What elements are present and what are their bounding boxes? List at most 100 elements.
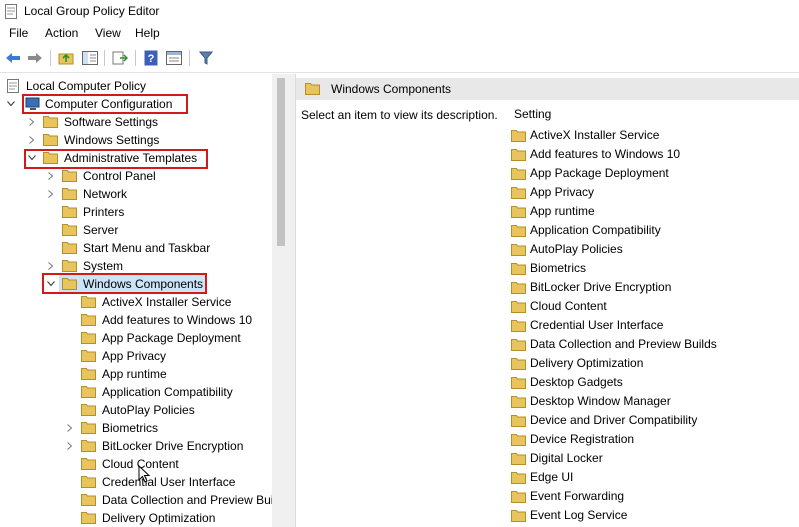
- menu-view[interactable]: View: [95, 26, 121, 40]
- tree-label: Printers: [83, 205, 125, 219]
- setting-label: Digital Locker: [530, 451, 603, 465]
- folder-icon: [81, 440, 96, 452]
- tree-label: Software Settings: [64, 115, 159, 129]
- show-hide-tree-button[interactable]: [81, 49, 99, 67]
- menu-help[interactable]: Help: [135, 26, 160, 40]
- forward-button[interactable]: [26, 49, 44, 67]
- tree-item-child[interactable]: App Package Deployment: [0, 329, 272, 347]
- folder-icon: [511, 415, 526, 427]
- folder-icon: [43, 134, 58, 146]
- folder-icon: [511, 244, 526, 256]
- tree-label: Biometrics: [102, 421, 159, 435]
- tree-item-control-panel[interactable]: Control Panel: [0, 167, 272, 185]
- folder-icon: [511, 453, 526, 465]
- setting-label: Data Collection and Preview Builds: [530, 337, 717, 351]
- svg-text:?: ?: [148, 53, 155, 65]
- chevron-down-icon[interactable]: [6, 95, 16, 113]
- tree-label: Credential User Interface: [102, 475, 236, 489]
- menu-file[interactable]: File: [9, 26, 28, 40]
- tree-item-child[interactable]: AutoPlay Policies: [0, 401, 272, 419]
- up-folder-icon: [58, 53, 74, 65]
- tree-item-start-menu[interactable]: Start Menu and Taskbar: [0, 239, 272, 257]
- help-icon: ?: [144, 50, 158, 66]
- tree-label: BitLocker Drive Encryption: [102, 439, 244, 453]
- folder-icon: [511, 149, 526, 161]
- folder-icon: [81, 512, 96, 524]
- folder-icon: [81, 314, 96, 326]
- tree-item-root[interactable]: Local Computer Policy: [0, 77, 272, 95]
- properties-button[interactable]: [165, 49, 183, 67]
- pane-splitter[interactable]: [289, 74, 296, 527]
- folder-icon: [81, 386, 96, 398]
- chevron-right-icon[interactable]: [27, 131, 37, 149]
- highlight-box: [42, 273, 207, 294]
- export-list-button[interactable]: [111, 49, 129, 67]
- folder-icon: [511, 130, 526, 142]
- folder-icon: [511, 225, 526, 237]
- tree-item-child[interactable]: ActiveX Installer Service: [0, 293, 272, 311]
- tree-item-child[interactable]: Application Compatibility: [0, 383, 272, 401]
- details-header-title: Windows Components: [331, 82, 452, 96]
- setting-label: App Privacy: [530, 185, 595, 199]
- folder-icon: [511, 301, 526, 313]
- tree-item-software-settings[interactable]: Software Settings: [0, 113, 272, 131]
- folder-icon: [511, 206, 526, 218]
- chevron-right-icon[interactable]: [65, 419, 75, 437]
- folder-icon: [62, 242, 77, 254]
- tree-item-child[interactable]: Cloud Content: [0, 455, 272, 473]
- folder-icon: [81, 458, 96, 470]
- properties-icon: [166, 51, 182, 65]
- help-button[interactable]: ?: [142, 49, 160, 67]
- folder-icon: [511, 358, 526, 370]
- tree-item-network[interactable]: Network: [0, 185, 272, 203]
- tree-label: AutoPlay Policies: [102, 403, 195, 417]
- policy-editor-icon: [5, 4, 17, 19]
- tree-item-child[interactable]: Biometrics: [0, 419, 272, 437]
- tree-label: Delivery Optimization: [102, 511, 216, 525]
- chevron-right-icon[interactable]: [46, 167, 56, 185]
- filter-button[interactable]: [197, 49, 215, 67]
- chevron-right-icon[interactable]: [46, 185, 56, 203]
- up-folder-button[interactable]: [57, 49, 75, 67]
- tree-label: Windows Settings: [64, 133, 160, 147]
- tree-item-child[interactable]: App runtime: [0, 365, 272, 383]
- setting-label: App Package Deployment: [530, 166, 669, 180]
- chevron-right-icon[interactable]: [65, 437, 75, 455]
- tree-label: Application Compatibility: [102, 385, 233, 399]
- setting-label: BitLocker Drive Encryption: [530, 280, 672, 294]
- folder-icon: [511, 339, 526, 351]
- folder-icon: [81, 476, 96, 488]
- tree-scroll-thumb[interactable]: [277, 78, 285, 246]
- back-button[interactable]: [4, 49, 22, 67]
- folder-icon: [43, 116, 58, 128]
- folder-icon: [81, 332, 96, 344]
- tree-label: ActiveX Installer Service: [102, 295, 232, 309]
- tree-item-child[interactable]: Data Collection and Preview Builds: [0, 491, 272, 509]
- tree-label: Add features to Windows 10: [102, 313, 253, 327]
- column-header-setting[interactable]: Setting: [514, 107, 551, 121]
- setting-label: Edge UI: [530, 470, 574, 484]
- menu-action[interactable]: Action: [45, 26, 78, 40]
- folder-icon: [81, 296, 96, 308]
- tree-item-child[interactable]: Credential User Interface: [0, 473, 272, 491]
- tree-item-server[interactable]: Server: [0, 221, 272, 239]
- tree-item-child[interactable]: App Privacy: [0, 347, 272, 365]
- tree-label: Local Computer Policy: [26, 79, 147, 93]
- tree-item-printers[interactable]: Printers: [0, 203, 272, 221]
- show-hide-tree-icon: [82, 51, 98, 65]
- tree-item-child[interactable]: Add features to Windows 10: [0, 311, 272, 329]
- chevron-right-icon[interactable]: [27, 113, 37, 131]
- setting-label: Delivery Optimization: [530, 356, 644, 370]
- tree-label: Network: [83, 187, 128, 201]
- forward-icon: [28, 53, 42, 63]
- folder-icon: [305, 83, 320, 95]
- folder-icon: [511, 472, 526, 484]
- tree-item-child[interactable]: BitLocker Drive Encryption: [0, 437, 272, 455]
- setting-label: Biometrics: [530, 261, 587, 275]
- tree-label: App runtime: [102, 367, 167, 381]
- folder-icon: [62, 170, 77, 182]
- title-bar: Local Group Policy Editor: [0, 0, 799, 24]
- folder-icon: [511, 282, 526, 294]
- tree-item-child[interactable]: Delivery Optimization: [0, 509, 272, 527]
- tree-item-windows-settings[interactable]: Windows Settings: [0, 131, 272, 149]
